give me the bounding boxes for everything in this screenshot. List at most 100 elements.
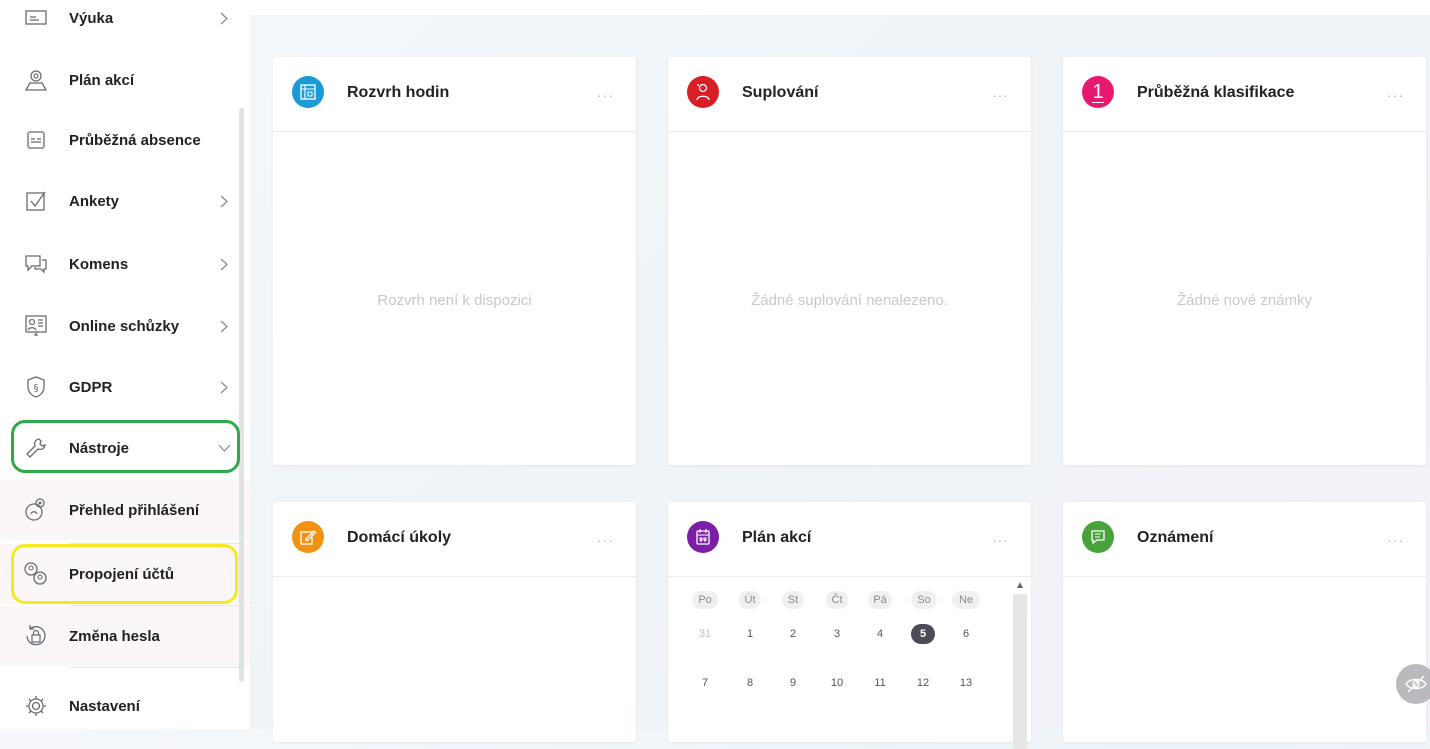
more-options-button[interactable]: ··· xyxy=(597,532,614,548)
more-options-button[interactable]: ··· xyxy=(992,87,1009,103)
scroll-up-arrow-icon[interactable]: ▲ xyxy=(1015,580,1025,591)
chevron-right-icon xyxy=(217,380,231,394)
more-options-button[interactable]: ··· xyxy=(992,532,1009,548)
sidebar-item-label: Plán akcí xyxy=(69,71,135,89)
grade-icon: 1 xyxy=(1082,76,1114,108)
card-rozvrh-hodin: Rozvrh hodin ··· Rozvrh není k dispozici xyxy=(273,57,636,465)
empty-message: Žádné suplování nenalezeno. xyxy=(751,292,948,309)
grade-icon-text: 1 xyxy=(1092,80,1104,103)
calendar-day[interactable]: 7 xyxy=(693,673,717,693)
calendar-day[interactable]: 11 xyxy=(868,673,892,693)
calendar-day[interactable]: 3 xyxy=(825,624,849,644)
sidebar-item-nastaveni[interactable]: Nastavení xyxy=(0,676,250,729)
chevron-right-icon xyxy=(217,257,231,271)
mini-calendar: Po Út St Čt Pá So Ne 31 1 2 3 4 5 6 7 8 … xyxy=(692,589,997,749)
calendar-day[interactable]: 4 xyxy=(868,624,892,644)
more-options-button[interactable]: ··· xyxy=(1387,87,1404,103)
sidebar-item-prehled-prihlaseni[interactable]: Přehled přihlášení xyxy=(0,480,250,540)
calendar-day-today[interactable]: 5 xyxy=(911,624,935,644)
sidebar-item-label: Online schůzky xyxy=(69,317,180,335)
sidebar: Výuka Plán akcí Průběžná absence Ankety … xyxy=(0,0,250,729)
card-oznameni: Oznámení ··· xyxy=(1063,502,1426,742)
chevron-right-icon xyxy=(217,11,231,25)
sidebar-item-prubezna-absence[interactable]: Průběžná absence xyxy=(0,110,250,170)
highlight-green-annotation xyxy=(11,420,240,473)
sidebar-item-label: Přehled přihlášení xyxy=(69,501,200,519)
login-overview-icon xyxy=(23,497,49,523)
calendar-weekday-header: Čt xyxy=(826,591,848,609)
video-meeting-icon xyxy=(23,313,49,339)
calendar-day[interactable]: 31 xyxy=(693,624,717,644)
sidebar-item-plan-akci[interactable]: Plán akcí xyxy=(0,50,250,110)
sidebar-divider xyxy=(70,667,245,668)
calendar-weekday-header: So xyxy=(911,591,937,609)
hide-eye-icon[interactable] xyxy=(1396,664,1430,704)
sidebar-scrollbar[interactable] xyxy=(239,108,244,682)
card-header: Suplování ··· xyxy=(668,57,1031,132)
gear-icon xyxy=(23,693,49,719)
password-lock-icon xyxy=(23,623,49,649)
calendar-day[interactable]: 6 xyxy=(954,624,978,644)
card-title: Domácí úkoly xyxy=(347,529,452,546)
sidebar-item-komens[interactable]: Komens xyxy=(0,234,250,294)
chat-bubbles-icon xyxy=(23,251,49,277)
sidebar-item-label: Nastavení xyxy=(69,697,140,715)
card-title: Oznámení xyxy=(1137,529,1214,546)
calendar-icon xyxy=(687,521,719,553)
calendar-day[interactable]: 1 xyxy=(738,624,762,644)
calendar-day[interactable]: 10 xyxy=(825,673,849,693)
sidebar-item-zmena-hesla[interactable]: Změna hesla xyxy=(0,606,250,666)
sidebar-item-label: Komens xyxy=(69,255,129,273)
calendar-weekday-header: Pá xyxy=(868,591,892,609)
card-prubezna-klasifikace: 1 Průběžná klasifikace ··· Žádné nové zn… xyxy=(1063,57,1426,465)
calendar-day[interactable]: 9 xyxy=(781,673,805,693)
calendar-day[interactable]: 12 xyxy=(911,673,935,693)
calendar-day[interactable]: 13 xyxy=(954,673,978,693)
timetable-icon xyxy=(292,76,324,108)
checkbox-icon xyxy=(23,188,49,214)
sidebar-item-label: Ankety xyxy=(69,192,120,210)
card-title: Suplování xyxy=(742,84,819,101)
more-options-button[interactable]: ··· xyxy=(597,87,614,103)
highlight-yellow-annotation xyxy=(11,544,238,604)
sidebar-item-label: Průběžná absence xyxy=(69,131,201,149)
calendar-weekday-header: Po xyxy=(692,591,718,609)
empty-message: Žádné nové známky xyxy=(1176,292,1313,309)
chevron-right-icon xyxy=(217,319,231,333)
calendar-day[interactable]: 8 xyxy=(738,673,762,693)
card-header: Rozvrh hodin ··· xyxy=(273,57,636,132)
map-pin-icon xyxy=(23,67,49,93)
sidebar-item-vyuka[interactable]: Výuka xyxy=(0,0,250,48)
announcement-icon xyxy=(1082,521,1114,553)
card-header: Plán akcí ··· xyxy=(668,502,1031,577)
top-band xyxy=(250,0,1430,15)
card-suplovani: Suplování ··· Žádné suplování nenalezeno… xyxy=(668,57,1031,465)
card-plan-akci: Plán akcí ··· Po Út St Čt Pá So Ne 31 1 … xyxy=(668,502,1031,749)
gdpr-shield-icon: § xyxy=(23,374,49,400)
teaching-icon xyxy=(23,5,49,31)
card-domaci-ukoly: Domácí úkoly ··· xyxy=(273,502,636,742)
card-header: Oznámení ··· xyxy=(1063,502,1426,577)
substitution-icon xyxy=(687,76,719,108)
sidebar-item-label: GDPR xyxy=(69,378,113,396)
sidebar-item-ankety[interactable]: Ankety xyxy=(0,171,250,231)
sidebar-item-label: Výuka xyxy=(69,9,114,27)
homework-icon xyxy=(292,521,324,553)
calendar-scrollbar[interactable] xyxy=(1013,594,1027,749)
absence-card-icon xyxy=(23,127,49,153)
chevron-right-icon xyxy=(217,194,231,208)
calendar-day[interactable]: 2 xyxy=(781,624,805,644)
empty-message: Rozvrh není k dispozici xyxy=(377,292,532,309)
svg-text:§: § xyxy=(34,383,39,394)
card-title: Rozvrh hodin xyxy=(347,84,450,101)
card-title: Průběžná klasifikace xyxy=(1137,84,1295,101)
calendar-weekday-header: Ne xyxy=(952,591,980,609)
sidebar-item-gdpr[interactable]: § GDPR xyxy=(0,357,250,417)
more-options-button[interactable]: ··· xyxy=(1387,532,1404,548)
card-header: 1 Průběžná klasifikace ··· xyxy=(1063,57,1426,132)
sidebar-item-online-schuzky[interactable]: Online schůzky xyxy=(0,296,250,356)
sidebar-item-label: Změna hesla xyxy=(69,627,160,645)
card-title: Plán akcí xyxy=(742,529,812,546)
card-header: Domácí úkoly ··· xyxy=(273,502,636,577)
calendar-weekday-header: St xyxy=(782,591,804,609)
